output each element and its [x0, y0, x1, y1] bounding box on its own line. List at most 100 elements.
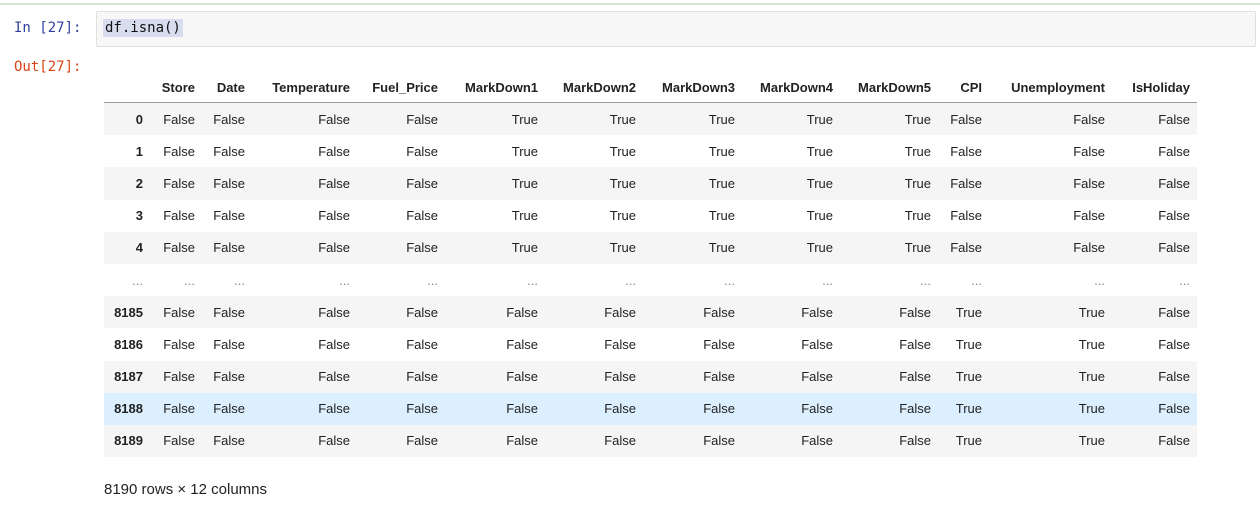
output-prompt: Out[27]: [14, 59, 82, 75]
table-cell: ... [1179, 272, 1190, 288]
table-cell: True [511, 111, 538, 127]
table-cell: False [163, 401, 195, 417]
table-cell: True [1078, 433, 1105, 449]
table-body: 0 False False False False True True True True Tru… [104, 102, 1197, 458]
table-row: 8187 False False False False False False False F… [104, 360, 1197, 393]
table-cell: False [406, 240, 438, 256]
table-cell: ... [822, 272, 833, 288]
dataframe-table: Store Date Temperature Fuel_Price MarkDown1 M… [104, 72, 1197, 458]
table-cell: True [955, 433, 982, 449]
ellipsis-row: ....................................... [104, 264, 1197, 296]
table-cell: True [708, 240, 735, 256]
table-cell: False [703, 433, 735, 449]
table-cell: ... [184, 272, 195, 288]
table-cell: False [318, 433, 350, 449]
column-header: Temperature [252, 72, 357, 103]
table-cell: True [955, 401, 982, 417]
table-cell: False [703, 401, 735, 417]
table-cell: True [708, 208, 735, 224]
table-cell: False [950, 240, 982, 256]
table-row: 8188 False False False False False False False F… [104, 392, 1197, 425]
table-cell: False [213, 401, 245, 417]
table-cell: True [1078, 401, 1105, 417]
table-cell: ... [724, 272, 735, 288]
table-cell: False [163, 240, 195, 256]
dataframe-shape-text: 8190 rows × 12 columns [104, 481, 268, 498]
table-cell: False [604, 369, 636, 385]
table-cell: False [899, 433, 931, 449]
table-cell: False [213, 433, 245, 449]
table-cell: False [406, 336, 438, 352]
table-cell: False [604, 433, 636, 449]
table-cell: False [318, 208, 350, 224]
row-index: 8189 [114, 433, 143, 449]
column-header: MarkDown4 [742, 72, 840, 103]
row-index: ... [132, 272, 143, 288]
table-cell: True [1078, 369, 1105, 385]
table-cell: True [955, 304, 982, 320]
table-cell: False [318, 111, 350, 127]
table-cell: ... [527, 272, 538, 288]
table-header-row: Store Date Temperature Fuel_Price MarkDown1 M… [104, 72, 1197, 103]
table-cell: False [604, 401, 636, 417]
table-cell: True [609, 208, 636, 224]
table-cell: False [406, 369, 438, 385]
table-cell: False [213, 208, 245, 224]
column-header: MarkDown5 [840, 72, 938, 103]
table-cell: True [904, 111, 931, 127]
table-cell: False [318, 143, 350, 159]
code-text[interactable]: df.isna() [103, 19, 183, 37]
table-cell: False [703, 336, 735, 352]
column-header: Store [150, 72, 202, 103]
table-cell: False [801, 336, 833, 352]
code-input-area[interactable]: df.isna() [96, 11, 1256, 47]
table-cell: False [1158, 143, 1190, 159]
table-cell: False [213, 304, 245, 320]
table-cell: True [609, 143, 636, 159]
table-cell: True [806, 240, 833, 256]
table-cell: False [899, 336, 931, 352]
row-index: 8188 [114, 401, 143, 417]
column-header: Unemployment [989, 72, 1112, 103]
table-cell: True [1078, 304, 1105, 320]
row-index: 0 [135, 111, 143, 127]
table-cell: ... [625, 272, 636, 288]
table-cell: False [318, 240, 350, 256]
table-cell: True [708, 175, 735, 191]
table-cell: False [163, 433, 195, 449]
table-cell: False [801, 304, 833, 320]
table-cell: ... [427, 272, 438, 288]
table-cell: ... [920, 272, 931, 288]
table-cell: False [163, 304, 195, 320]
table-cell: False [506, 304, 538, 320]
table-cell: True [904, 175, 931, 191]
table-cell: True [955, 336, 982, 352]
table-cell: False [604, 336, 636, 352]
table-row: 2 False False False False True True True True Tru… [104, 167, 1197, 200]
table-cell: False [950, 143, 982, 159]
column-header: CPI [938, 72, 989, 103]
table-cell: False [506, 401, 538, 417]
table-cell: ... [1094, 272, 1105, 288]
table-cell: True [806, 143, 833, 159]
table-cell: ... [971, 272, 982, 288]
row-index: 1 [135, 143, 143, 159]
table-cell: True [806, 175, 833, 191]
table-cell: False [899, 401, 931, 417]
table-cell: False [1158, 369, 1190, 385]
column-header: Date [202, 72, 252, 103]
row-index: 2 [135, 175, 143, 191]
column-header: MarkDown1 [445, 72, 545, 103]
table-cell: False [318, 336, 350, 352]
row-index: 3 [135, 208, 143, 224]
table-cell: False [506, 336, 538, 352]
table-cell: False [213, 369, 245, 385]
table-cell: False [1158, 304, 1190, 320]
table-cell: True [955, 369, 982, 385]
table-cell: False [1158, 401, 1190, 417]
table-row: 8189 False False False False False False False F… [104, 424, 1197, 458]
table-cell: False [163, 208, 195, 224]
table-cell: False [506, 433, 538, 449]
row-index: 8186 [114, 336, 143, 352]
table-cell: False [899, 304, 931, 320]
